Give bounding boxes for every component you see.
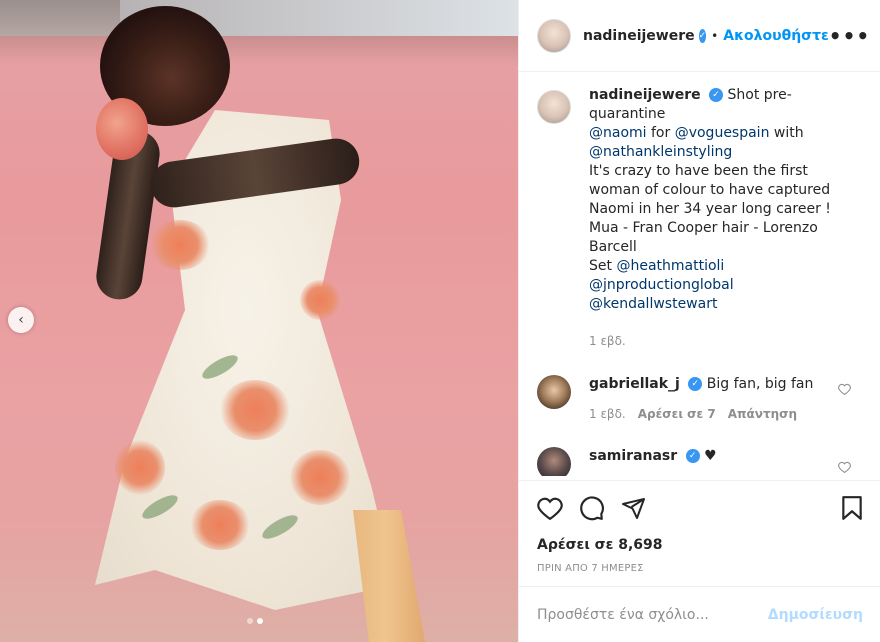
dress-flower [150,220,210,270]
post-caption: nadineijewere ✓ Shot pre-quarantine @nao… [519,86,880,351]
add-comment-bar: Δημοσίευση [519,586,880,642]
chevron-left-icon: ‹ [18,312,24,328]
comment-reply-button[interactable]: Απάντηση [728,405,797,423]
mention-link[interactable]: @kendallwstewart [589,296,717,312]
comment-body: samiranasr ✓ ♥ [589,447,717,465]
caption-text: for [651,125,671,141]
dress-flower [220,380,290,440]
carousel-dots [247,618,263,624]
post-actions: Αρέσει σε 8,698 ΠΡΙΝ ΑΠΟ 7 ΗΜΕΡΕΣ [519,480,880,574]
follow-button[interactable]: Ακολουθήστε [723,28,829,44]
verified-badge-icon: ✓ [698,28,707,43]
comment-text: ♥ [704,448,717,464]
author-username[interactable]: nadineijewere [583,28,695,44]
post-photo[interactable]: ‹ [0,0,518,642]
comment-bubble-icon[interactable] [579,495,605,525]
separator-dot: • [711,28,719,43]
post-panel: nadineijewere ✓ • Ακολουθήστε ••• nadine… [518,0,880,642]
verified-badge-icon: ✓ [709,88,724,102]
verified-badge-icon: ✓ [688,377,703,391]
caption-username[interactable]: nadineijewere [589,87,701,103]
mention-link[interactable]: @jnproductionglobal [589,277,734,293]
more-options-icon[interactable]: ••• [829,24,870,48]
save-bookmark-icon[interactable] [841,495,863,525]
dress-flower [190,500,250,550]
comment-text: Big fan, big fan [706,376,814,392]
comment-avatar[interactable] [537,375,571,409]
comment-like-heart-icon[interactable] [838,383,851,398]
mention-link[interactable]: @heathmattioli [616,258,724,274]
photo-wall-top [0,36,518,66]
carousel-dot-active [257,618,263,624]
likes-count[interactable]: Αρέσει σε 8,698 [537,537,863,553]
comments-list[interactable]: nadineijewere ✓ Shot pre-quarantine @nao… [519,86,880,476]
comment-item: gabriellak_j ✓ Big fan, big fan 1 εβδ. Α… [519,375,880,423]
carousel-dot [247,618,253,624]
photo-pineapple [96,98,148,160]
comment-username[interactable]: samiranasr [589,448,677,464]
comment-like-heart-icon[interactable] [838,461,851,476]
comment-likes[interactable]: Αρέσει σε 7 [638,405,716,423]
comment-body: gabriellak_j ✓ Big fan, big fan 1 εβδ. Α… [589,375,813,423]
caption-time[interactable]: 1 εβδ. [589,332,857,351]
comment-time[interactable]: 1 εβδ. [589,405,626,423]
dress-flower [115,440,165,495]
comment-username[interactable]: gabriellak_j [589,376,680,392]
like-heart-icon[interactable] [537,496,563,524]
caption-text: Mua - Fran Cooper hair - Lorenzo Barcell [589,220,818,255]
comment-input[interactable] [537,606,768,623]
mention-link[interactable]: @nathankleinstyling [589,144,732,160]
comment-item: samiranasr ✓ ♥ [519,447,880,476]
mention-link[interactable]: @naomi [589,125,647,141]
author-avatar[interactable] [537,18,571,53]
share-send-icon[interactable] [621,496,647,524]
post-header: nadineijewere ✓ • Ακολουθήστε ••• [519,0,880,72]
verified-badge-icon: ✓ [685,449,700,463]
post-comment-button[interactable]: Δημοσίευση [768,607,863,623]
caption-text: It's crazy to have been the first woman … [589,163,831,217]
caption-text: Set [589,258,612,274]
mention-link[interactable]: @voguespain [675,125,770,141]
carousel-prev-button[interactable]: ‹ [8,307,34,333]
posted-time[interactable]: ΠΡΙΝ ΑΠΟ 7 ΗΜΕΡΕΣ [537,563,863,574]
dress-flower [290,450,350,505]
caption-text: with [773,125,804,141]
action-icons [537,495,863,525]
comment-meta: 1 εβδ. Αρέσει σε 7 Απάντηση [589,405,813,423]
dress-flower [300,280,340,320]
caption-avatar[interactable] [537,90,571,124]
caption-body: nadineijewere ✓ Shot pre-quarantine @nao… [589,86,857,351]
comment-avatar[interactable] [537,447,571,476]
